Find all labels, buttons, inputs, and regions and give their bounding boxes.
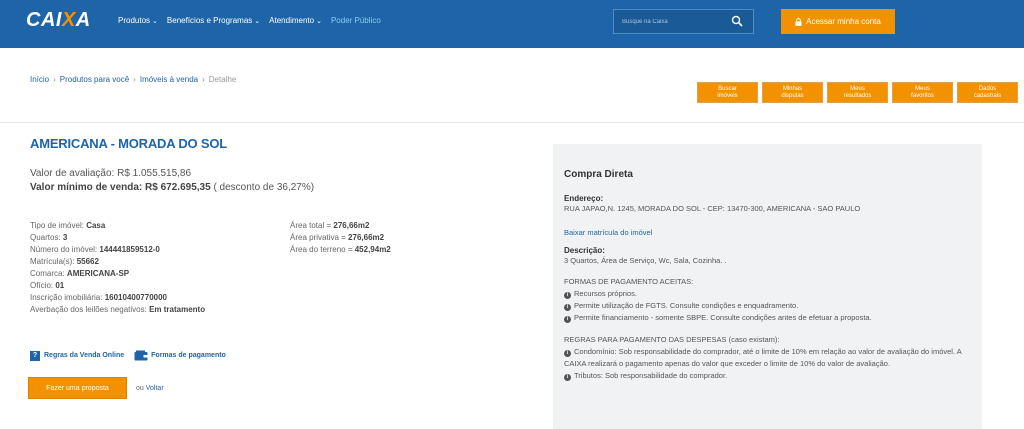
- detail-row: Matrícula(s): 55662: [30, 257, 99, 266]
- property-details: Tipo de imóvel: Casa Quartos: 3 Número d…: [30, 220, 205, 316]
- payment-item: i Permite utilização de FGTS. Consulte co…: [564, 300, 971, 312]
- chevron-right-icon: ›: [53, 75, 56, 84]
- lock-icon: [795, 17, 802, 26]
- user-actions: Buscar imóveis Minhas disputas Meus resulta…: [697, 82, 1018, 103]
- area-row: Área do terreno = 452,94m2: [290, 245, 391, 254]
- detail-row: Número do imóvel: 144441859512-0: [30, 245, 160, 254]
- expenses-item: i Tributos: Sob responsabilidade do compr…: [564, 370, 971, 382]
- detail-row: Quartos: 3: [30, 233, 68, 242]
- panel-heading: Compra Direta: [564, 169, 633, 180]
- payment-link[interactable]: Formas de pagamento: [151, 352, 226, 359]
- back-link[interactable]: Voltar: [146, 385, 164, 392]
- expenses-item: i Condomínio: Sob responsabilidade do com…: [564, 347, 962, 368]
- chevron-down-icon: ⌄: [316, 18, 322, 25]
- breadcrumb: Início › Produtos para você › Imóveis à …: [30, 75, 236, 84]
- payment-item: i Recursos próprios.: [564, 288, 971, 300]
- detail-row: Inscrição imobiliária: 16010400770000: [30, 293, 167, 302]
- property-title: AMERICANA - MORADA DO SOL: [30, 136, 227, 151]
- chevron-right-icon: ›: [133, 75, 136, 84]
- detail-row: Tipo de imóvel: Casa: [30, 221, 106, 230]
- login-label: Acessar minha conta: [806, 17, 881, 26]
- wallet-icon: [134, 350, 148, 361]
- payment-heading: FORMAS DE PAGAMENTO ACEITAS:: [564, 277, 694, 286]
- caixa-logo[interactable]: CAIXA: [26, 9, 91, 32]
- search-input[interactable]: [614, 18, 724, 25]
- info-icon: i: [564, 374, 571, 381]
- info-icon: i: [564, 304, 571, 311]
- address-text: RUA JAPAO,N. 1245, MORADA DO SOL - CEP: …: [564, 204, 861, 213]
- breadcrumb-detalhe: Detalhe: [208, 75, 237, 84]
- divider: [0, 122, 1024, 123]
- main-nav: Produtos ⌄ Benefícios e Programas ⌄ Atendi…: [118, 16, 390, 25]
- info-icon: i: [564, 292, 571, 299]
- dados-cadastrais-button[interactable]: Dados cadastrais: [957, 82, 1018, 103]
- detail-row: Ofício: 01: [30, 281, 65, 290]
- nav-produtos[interactable]: Produtos ⌄: [118, 16, 158, 25]
- area-row: Área total = 276,66m2: [290, 221, 370, 230]
- make-proposal-button[interactable]: Fazer uma proposta: [28, 377, 127, 399]
- login-button[interactable]: Acessar minha conta: [781, 9, 895, 34]
- download-registration-link[interactable]: Baixar matrícula do imóvel: [564, 228, 971, 237]
- meus-favoritos-button[interactable]: Meus favoritos: [892, 82, 953, 103]
- meus-resultados-button[interactable]: Meus resultados: [827, 82, 888, 103]
- minhas-disputas-button[interactable]: Minhas disputas: [762, 82, 823, 103]
- buscar-imoveis-button[interactable]: Buscar imóveis: [697, 82, 758, 103]
- chevron-right-icon: ›: [202, 75, 205, 84]
- purchase-panel: Compra Direta Endereço: RUA JAPAO,N. 124…: [553, 144, 982, 429]
- description-label: Descrição:: [564, 246, 605, 255]
- address-label: Endereço:: [564, 194, 604, 203]
- min-sale-price: Valor mínimo de venda: R$ 672.695,35 ( d…: [30, 182, 315, 193]
- detail-row: Averbação dos leilões negativos: Em trat…: [30, 305, 206, 314]
- info-icon: i: [564, 350, 571, 357]
- nav-atendimento[interactable]: Atendimento ⌄: [269, 16, 322, 25]
- chevron-down-icon: ⌄: [254, 18, 261, 25]
- info-links: ? Regras da Venda Online Formas de pagam…: [30, 350, 226, 361]
- breadcrumb-imoveis[interactable]: Imóveis à venda: [140, 75, 198, 84]
- search-icon[interactable]: [731, 15, 743, 27]
- breadcrumb-inicio[interactable]: Início: [30, 75, 49, 84]
- rules-link[interactable]: Regras da Venda Online: [44, 352, 124, 359]
- expenses-heading: REGRAS PARA PAGAMENTO DAS DESPESAS (caso…: [564, 335, 780, 344]
- back-text: ou Voltar: [136, 385, 164, 392]
- nav-beneficios[interactable]: Benefícios e Programas ⌄: [167, 16, 260, 25]
- property-areas: Área total = 276,66m2 Área privativa = 2…: [290, 220, 391, 256]
- search-box: [613, 9, 754, 34]
- valuation-price: Valor de avaliação: R$ 1.055.515,86: [30, 168, 192, 179]
- detail-row: Comarca: AMERICANA-SP: [30, 269, 130, 278]
- chevron-down-icon: ⌄: [152, 18, 158, 25]
- area-row: Área privativa = 276,66m2: [290, 233, 385, 242]
- payment-item: i Permite financiamento - somente SBPE. C…: [564, 312, 971, 324]
- breadcrumb-produtos[interactable]: Produtos para você: [60, 75, 129, 84]
- description-text: 3 Quartos, Área de Serviço, Wc, Sala, Co…: [564, 256, 727, 265]
- nav-poder-publico[interactable]: Poder Público: [331, 16, 381, 25]
- question-icon: ?: [30, 350, 40, 361]
- info-icon: i: [564, 316, 571, 323]
- top-header: CAIXA Produtos ⌄ Benefícios e Programas ⌄ …: [0, 0, 1024, 48]
